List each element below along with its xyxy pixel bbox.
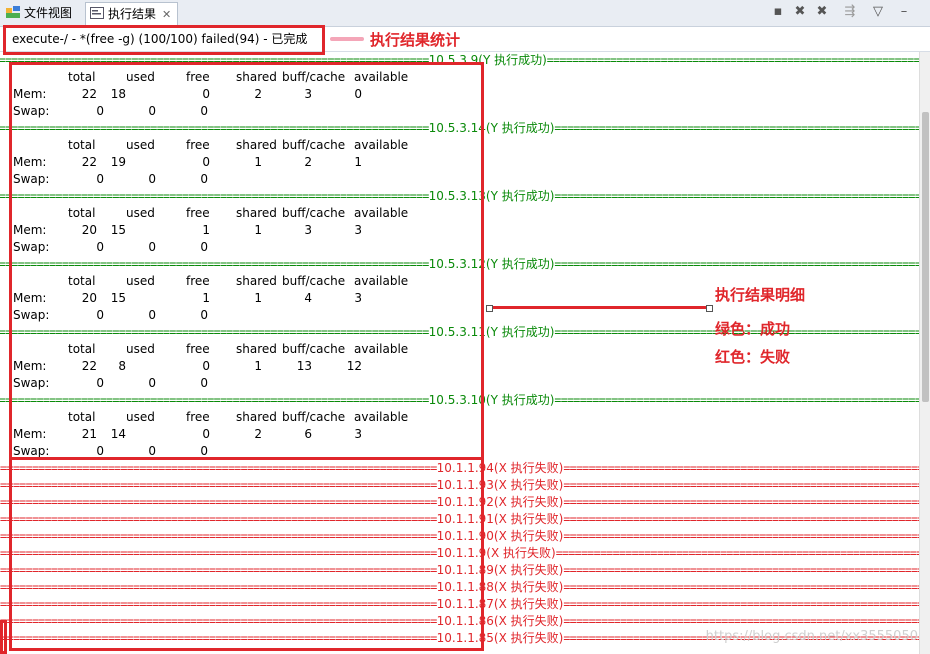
line-handle-end xyxy=(706,305,713,312)
minimize-view-icon[interactable]: – xyxy=(896,4,912,20)
line-handle-start xyxy=(486,305,493,312)
summary-pointer-line xyxy=(330,37,364,41)
vertical-scrollbar[interactable] xyxy=(919,52,930,654)
pin-icon[interactable]: ⇶ xyxy=(842,4,858,20)
folder-view-icon xyxy=(6,6,20,18)
close-tab-icon[interactable]: ✕ xyxy=(162,8,171,21)
remove-all-icon[interactable]: ✖ xyxy=(814,4,830,20)
left-edge-highlight-box xyxy=(0,620,7,654)
view-menu-icon[interactable]: ▽ xyxy=(870,4,886,20)
detail-pointer-line xyxy=(488,306,710,309)
view-tab-bar: 文件视图 执行结果 ✕ ▪ ✖ ✖ ⇶ ▽ – xyxy=(0,0,930,27)
detail-annotation: 执行结果明细 xyxy=(715,286,806,304)
green-legend-annotation: 绿色：成功 xyxy=(715,320,791,338)
red-legend-annotation: 红色：失败 xyxy=(715,348,791,366)
watermark: https://blog.csdn.net/xx3555050 xyxy=(705,629,918,644)
failure-details-highlight-box xyxy=(9,457,484,651)
summary-annotation: 执行结果统计 xyxy=(370,31,461,49)
tab-label: 文件视图 xyxy=(24,6,73,20)
console-icon xyxy=(90,7,104,19)
tab-label: 执行结果 xyxy=(108,7,157,21)
tab-execution-result[interactable]: 执行结果 ✕ xyxy=(85,2,179,25)
remove-icon[interactable]: ✖ xyxy=(792,4,808,20)
summary-highlight-box xyxy=(3,25,325,55)
minimize-icon[interactable]: ▪ xyxy=(770,4,786,20)
view-toolbar: ▪ ✖ ✖ ⇶ ▽ – xyxy=(770,4,920,22)
tab-file-view[interactable]: 文件视图 xyxy=(6,2,72,24)
success-details-highlight-box xyxy=(9,62,484,460)
scrollbar-thumb[interactable] xyxy=(922,112,929,402)
